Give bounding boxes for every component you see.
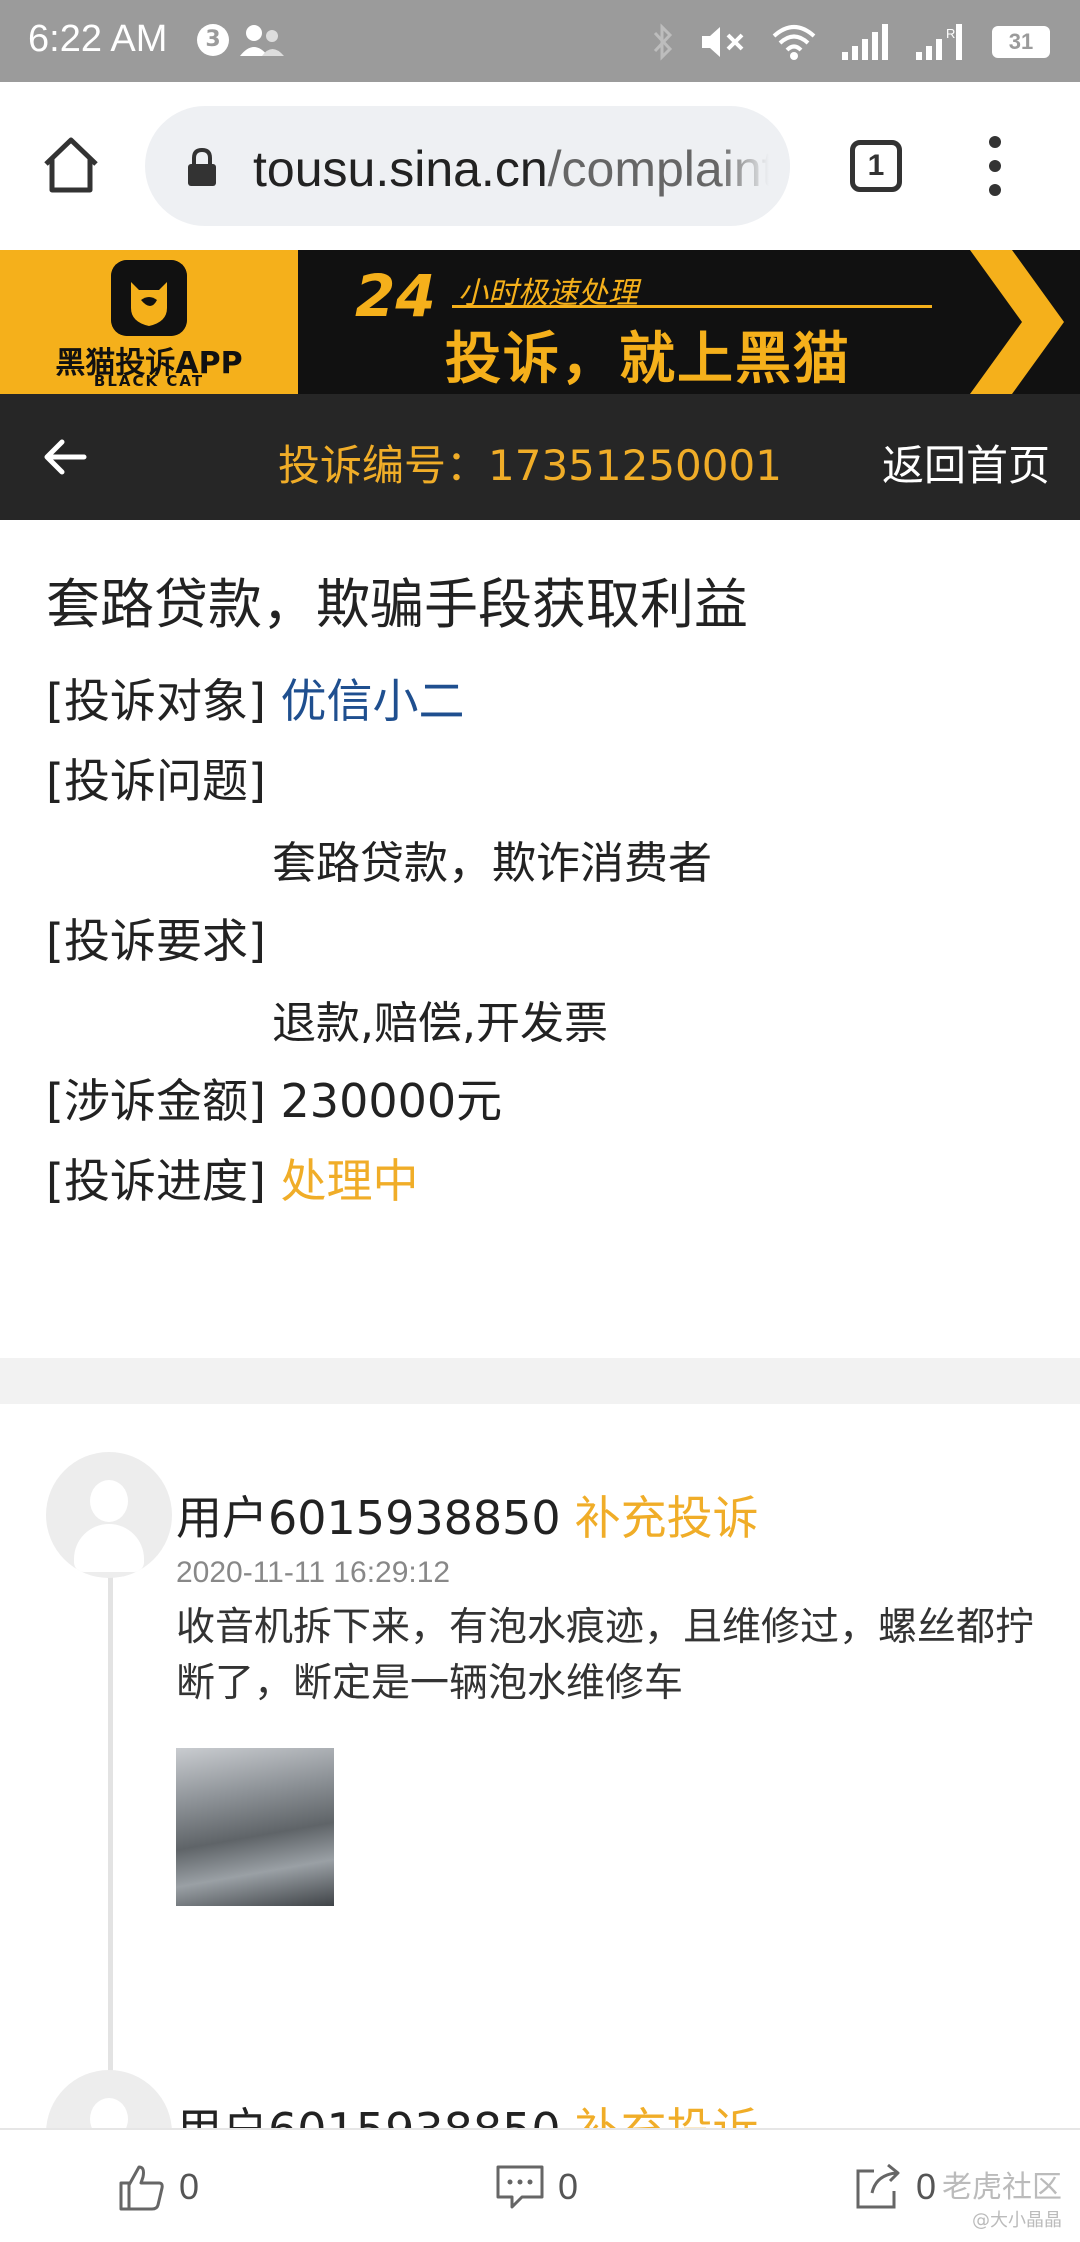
home-icon[interactable] [40,134,102,196]
watermark: 老虎社区 @大小晶晶 [942,2162,1062,2232]
mute-icon [702,27,744,57]
timeline-timestamp: 2020-11-11 16:29:12 [176,1556,451,1589]
overflow-menu-icon[interactable] [980,136,1010,196]
comment-button[interactable]: 0 [494,2160,578,2214]
address-bar[interactable]: tousu.sina.cn/complaint [145,106,790,226]
complaint-target-row: [投诉对象] 优信小二 [46,665,465,731]
banner-slogan-main: 投诉，就上黑猫 [445,327,851,392]
black-cat-banner[interactable]: 黑猫投诉APP BLACK CAT 24 小时极速处理 投诉，就上黑猫 [0,250,1080,394]
signal-r2-icon: R [916,24,962,60]
banner-app-subtitle: BLACK CAT [93,372,205,390]
thumbs-up-icon [119,2165,164,2211]
tab-switcher-button[interactable]: 1 [850,140,902,192]
complaint-amount-label: [涉诉金额] [46,1074,266,1128]
battery-icon: 31 [992,26,1050,58]
lock-icon [188,148,216,186]
signal-icon [842,24,888,60]
status-bar: 6:22 AM 3 R 31 [0,0,1080,82]
banner-chevron-icon [970,250,1064,394]
complaint-issue-label: [投诉问题] [46,754,266,808]
back-arrow-icon[interactable] [40,432,90,482]
section-divider [0,1358,1080,1404]
wifi-icon [772,25,816,60]
avatar[interactable] [46,1452,172,1578]
complaint-progress-row: [投诉进度] 处理中 [46,1145,419,1211]
timeline-entry-user: 用户6015938850补充投诉 [176,1482,759,1548]
banner-24-number: 24 [355,262,436,330]
comment-count: 0 [558,2166,579,2207]
bottom-action-bar: 0 0 0 老虎社区 @大小晶晶 [0,2128,1080,2242]
complaint-progress-label: [投诉进度] [46,1154,266,1208]
timeline-tag: 补充投诉 [574,1491,759,1545]
complaint-target-label: [投诉对象] [46,674,266,728]
complaint-title: 套路贷款，欺骗手段获取利益 [46,573,748,636]
complaint-header-bar: 投诉编号：17351250001 返回首页 [0,394,1080,520]
status-time: 6:22 AM [28,18,168,60]
system-icons: R 31 [652,20,1050,64]
browser-toolbar: tousu.sina.cn/complaint 1 [0,82,1080,250]
watermark-author: @大小晶晶 [972,2210,1062,2231]
notification-count-badge: 3 [197,24,229,56]
complaint-request-value: 退款,赔偿,开发票 [272,998,608,1049]
banner-divider [452,305,932,308]
black-cat-logo-icon [111,260,187,336]
share-icon [856,2163,900,2209]
banner-logo-area: 黑猫投诉APP BLACK CAT [0,250,298,394]
share-count: 0 [916,2166,937,2207]
svg-text:R: R [946,26,955,41]
timeline-user-name[interactable]: 用户6015938850 [176,1491,561,1545]
bluetooth-icon [653,23,673,61]
complaint-amount-value: 230000元 [280,1074,503,1128]
url-host: tousu.sina.cn [253,141,548,197]
complaint-target-link[interactable]: 优信小二 [281,674,465,728]
return-home-link[interactable]: 返回首页 [882,432,1050,493]
url-path: /complaint [547,141,776,197]
comment-icon [496,2165,544,2209]
timeline-photo[interactable] [176,1748,334,1906]
url-text: tousu.sina.cn/complaint [253,140,776,198]
share-button[interactable]: 0 [852,2160,936,2214]
timeline-connector [108,1560,113,2090]
people-icon [240,25,284,56]
complaint-request-label: [投诉要求] [46,914,266,968]
watermark-community: 老虎社区 [942,2170,1062,2205]
like-button[interactable]: 0 [115,2160,199,2214]
like-count: 0 [179,2166,200,2207]
complaint-progress-status: 处理中 [280,1154,419,1208]
timeline-content: 收音机拆下来，有泡水痕迹，且维修过，螺丝都拧断了，断定是一辆泡水维修车 [176,1605,1035,1706]
complaint-issue-value: 套路贷款，欺诈消费者 [272,838,712,889]
complaint-number: 投诉编号：17351250001 [278,441,782,490]
complaint-amount-row: [涉诉金额] 230000元 [46,1065,502,1131]
